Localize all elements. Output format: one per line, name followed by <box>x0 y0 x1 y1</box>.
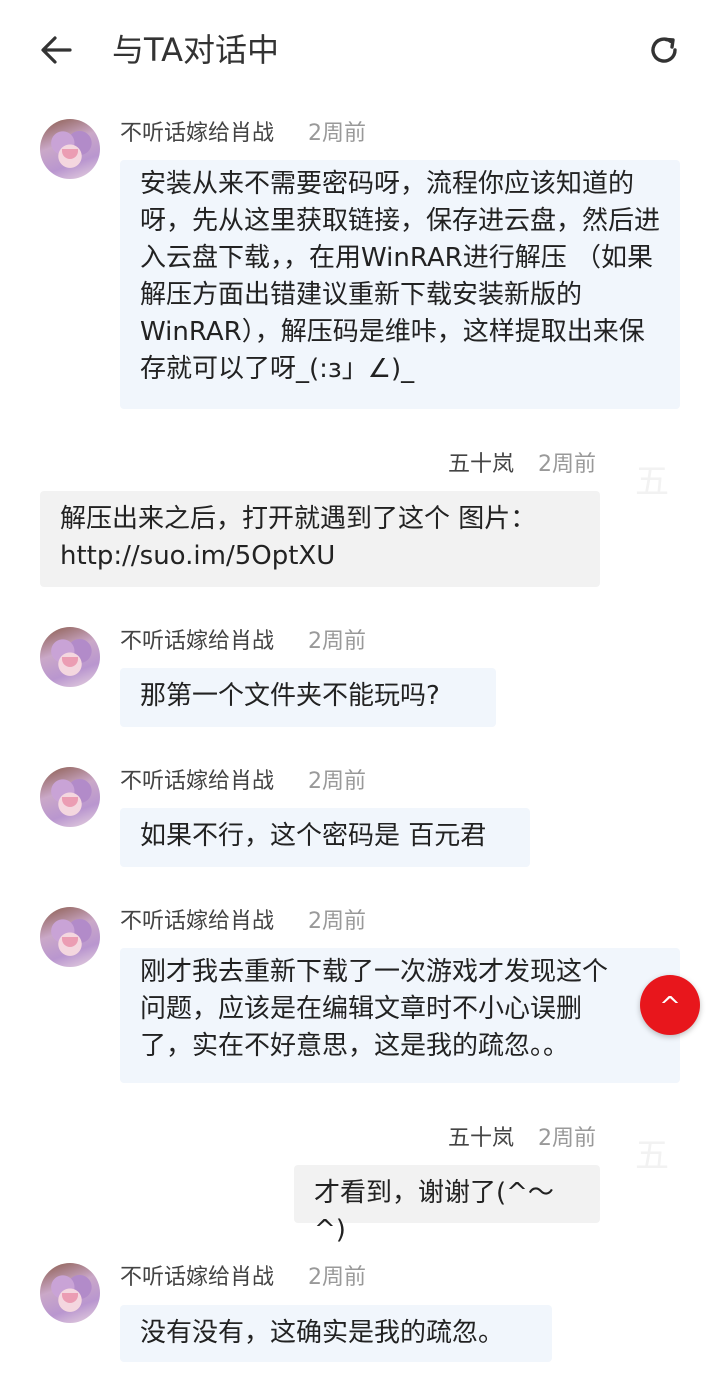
message-time: 2周前 <box>538 452 596 477</box>
sender-name: 不听话嫁给肖战 <box>120 1265 275 1290</box>
message-bubble: 那第一个文件夹不能玩吗? <box>120 668 496 727</box>
message-time: 2周前 <box>308 909 366 934</box>
avatar[interactable] <box>40 119 100 179</box>
sender-name: 不听话嫁给肖战 <box>120 629 275 654</box>
message-bubble: 安装从来不需要密码呀，流程你应该知道的呀，先从这里获取链接，保存进云盘，然后进入… <box>120 160 680 409</box>
sender-name: 五十岚 <box>448 452 515 477</box>
message-bubble: 没有没有，这确实是我的疏忽。 <box>120 1305 552 1362</box>
message-time: 2周前 <box>308 121 366 146</box>
avatar[interactable] <box>40 627 100 687</box>
avatar[interactable] <box>40 1263 100 1323</box>
sender-name: 五十岚 <box>448 1126 515 1151</box>
message-time: 2周前 <box>308 769 366 794</box>
message-time: 2周前 <box>308 629 366 654</box>
avatar[interactable]: 五 <box>630 460 674 504</box>
message-bubble: 解压出来之后，打开就遇到了这个 图片：http://suo.im/5OptXU <box>40 491 600 587</box>
message-thread: 不听话嫁给肖战 2周前 安装从来不需要密码呀，流程你应该知道的呀，先从这里获取链… <box>0 0 720 1378</box>
message-bubble: 刚才我去重新下载了一次游戏才发现这个问题，应该是在编辑文章时不小心误删了，实在不… <box>120 948 680 1083</box>
sender-name: 不听话嫁给肖战 <box>120 769 275 794</box>
avatar[interactable] <box>40 907 100 967</box>
sender-name: 不听话嫁给肖战 <box>120 121 275 146</box>
message-bubble: 才看到，谢谢了(^～^) <box>294 1165 600 1245</box>
message-time: 2周前 <box>538 1126 596 1151</box>
scroll-to-top-button[interactable]: ^ <box>640 975 700 1035</box>
avatar[interactable]: 五 <box>630 1134 674 1178</box>
message-bubble: 如果不行，这个密码是 百元君 <box>120 808 530 867</box>
avatar[interactable] <box>40 767 100 827</box>
caret-up-icon: ^ <box>659 992 681 1022</box>
message-time: 2周前 <box>308 1265 366 1290</box>
sender-name: 不听话嫁给肖战 <box>120 909 275 934</box>
